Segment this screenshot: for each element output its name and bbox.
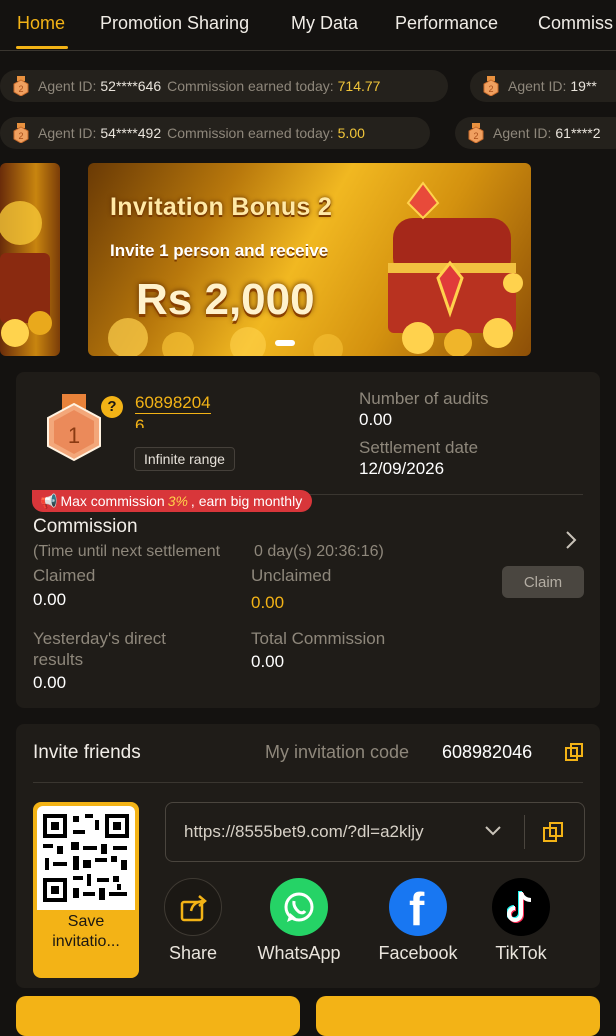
total-commission-label: Total Commission [251,629,386,648]
share-button[interactable] [164,878,222,936]
share-icon [180,895,207,922]
medal-icon: 2 [13,123,29,143]
audits-label: Number of audits [359,389,489,408]
unclaimed-label: Unclaimed [251,566,332,585]
facebook-button[interactable]: f [389,878,447,936]
ticker-agent-label: Agent ID: [38,125,97,141]
agent-id-overflow: 6 [135,416,145,428]
settlement-date: 12/09/2026 [359,459,445,478]
claimed-label: Claimed [33,566,96,585]
carousel-indicator[interactable] [275,340,295,346]
commission-ticker: 2 Agent ID: 61****2 [455,117,616,149]
facebook-label: Facebook [378,943,458,963]
save-label-line2: invitatio... [52,933,120,950]
tab-home[interactable]: Home [17,13,65,34]
banner-slide-invitation-bonus[interactable]: Invitation Bonus 2 Invite 1 person and r… [88,163,531,356]
tab-performance[interactable]: Performance [395,13,498,34]
yesterday-label-line2: results [33,650,84,669]
tiktok-label: TikTok [495,943,547,963]
commission-ticker: 2 Agent ID: 54****492 Commission earned … [0,117,430,149]
banner-amount: Rs 2,000 [136,275,315,324]
chevron-down-icon[interactable] [484,825,502,837]
svg-text:2: 2 [18,131,23,141]
medal-icon: 2 [483,76,499,96]
claimed-value: 0.00 [33,590,67,609]
ticker-amount: 5.00 [337,125,365,141]
agent-id-link[interactable]: 60898204 [135,393,211,414]
claim-button[interactable]: Claim [502,566,584,598]
svg-text:2: 2 [488,84,493,94]
tiktok-button[interactable] [492,878,550,936]
commission-ticker: 2 Agent ID: 19** [470,70,616,102]
copy-icon[interactable] [542,821,564,843]
copy-icon[interactable] [564,742,584,762]
settlement-label: Settlement date [359,438,479,457]
divider [524,815,525,849]
chevron-right-icon[interactable] [564,529,578,551]
active-tab-indicator [16,46,68,49]
ticker-commission-label: Commission earned today: [167,125,334,141]
help-icon[interactable]: ? [101,396,123,418]
ticker-commission-label: Commission earned today: [167,78,334,94]
divider [33,782,583,783]
top-tab-bar: Home Promotion Sharing My Data Performan… [0,0,616,51]
whatsapp-icon [284,892,314,922]
tab-my-data[interactable]: My Data [291,13,358,34]
ticker-agent-label: Agent ID: [508,78,567,94]
qr-code-card[interactable]: Save invitatio... [33,802,139,978]
share-label: Share [168,943,218,963]
ticker-agent-label: Agent ID: [493,125,552,141]
commission-ticker: 2 Agent ID: 52****646 Commission earned … [0,70,448,102]
tiktok-icon [507,891,532,923]
level-number: 1 [67,423,81,448]
whatsapp-label: WhatsApp [257,943,341,963]
banner-subtitle: Invite 1 person and receive [110,241,329,260]
pill-percent: 3% [167,493,188,509]
total-commission-value: 0.00 [251,652,285,671]
countdown-label: (Time until next settlement [33,543,221,560]
save-invitation-button[interactable]: Save invitatio... [33,912,139,952]
svg-text:2: 2 [18,84,23,94]
audits-value: 0.00 [359,410,393,429]
tab-commission[interactable]: Commiss [538,13,613,34]
qr-code-image [37,806,135,910]
max-commission-pill: 📢 Max commission 3% , earn big monthly [32,490,313,512]
treasure-chest-image [0,201,52,347]
save-label: Save [67,913,105,930]
tab-promotion-sharing[interactable]: Promotion Sharing [100,13,249,34]
ticker-agent-id: 61****2 [555,125,601,141]
countdown-value: 0 day(s) 20:36:16) [254,543,384,560]
ticker-amount: 714.77 [337,78,381,94]
bottom-action-button-right[interactable] [316,996,600,1036]
invitation-code-label: My invitation code [265,742,410,762]
pill-suffix: , earn big monthly [190,493,303,509]
ticker-agent-id: 54****492 [100,125,162,141]
unclaimed-value: 0.00 [251,593,285,612]
invite-title: Invite friends [33,742,141,763]
pill-prefix: Max commission [60,493,165,509]
megaphone-icon: 📢 [40,492,58,509]
whatsapp-button[interactable] [270,878,328,936]
banner-title: Invitation Bonus 2 [110,193,333,221]
yesterday-label: Yesterday's direct [33,629,167,648]
yesterday-value: 0.00 [33,673,67,692]
range-tag: Infinite range [134,447,235,471]
facebook-icon: f [409,883,425,935]
ticker-agent-id: 52****646 [100,78,162,94]
banner-slide-previous[interactable] [0,163,60,356]
bottom-action-button-left[interactable] [16,996,300,1036]
medal-icon: 2 [468,123,484,143]
invitation-link-field[interactable]: https://8555bet9.com/?dl=a2kljy [165,802,585,862]
commission-title: Commission [33,516,138,537]
ticker-agent-label: Agent ID: [38,78,97,94]
invitation-code: 608982046 [442,742,533,762]
svg-text:2: 2 [473,131,478,141]
medal-icon: 2 [13,76,29,96]
ticker-agent-id: 19** [570,78,597,94]
invitation-url: https://8555bet9.com/?dl=a2kljy [184,822,424,841]
